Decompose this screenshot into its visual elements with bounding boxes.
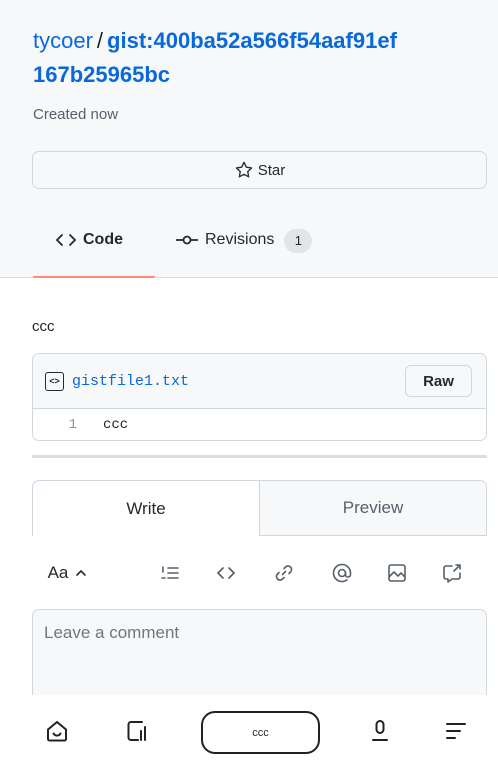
comment-tabs: Write Preview (32, 480, 487, 536)
code-icon (55, 234, 77, 246)
created-timestamp: Created now (33, 106, 119, 123)
tabs-button[interactable] (117, 711, 157, 751)
line-number[interactable]: 1 (33, 417, 91, 433)
tabs-icon (127, 721, 146, 741)
tab-revisions[interactable]: Revisions 1 (175, 222, 313, 278)
code-format-button[interactable] (206, 553, 246, 593)
mention-icon (332, 563, 352, 583)
revisions-count-badge: 1 (284, 229, 313, 253)
reference-button[interactable] (432, 553, 472, 593)
list-button[interactable] (150, 553, 190, 593)
chevron-up-icon (76, 569, 87, 576)
file-header: <> gistfile1.txt Raw (33, 354, 486, 409)
raw-button[interactable]: Raw (405, 365, 472, 397)
address-bar-pill[interactable]: ccc (201, 711, 320, 754)
voice-button[interactable] (360, 711, 400, 751)
bottom-navigation-bar: ccc (0, 695, 498, 765)
home-button[interactable] (37, 711, 77, 751)
file-name-link[interactable]: gistfile1.txt (72, 373, 189, 390)
tab-code-label: Code (83, 231, 123, 248)
menu-button[interactable] (436, 711, 476, 751)
section-divider (32, 455, 487, 458)
link-icon (275, 565, 293, 581)
code-line: 1 ccc (33, 409, 486, 440)
gist-description: ccc (32, 318, 55, 335)
comment-placeholder: Leave a comment (44, 623, 180, 642)
microphone-icon (372, 720, 388, 741)
file-container: <> gistfile1.txt Raw 1 ccc (32, 353, 487, 441)
image-icon (388, 564, 406, 582)
tab-code[interactable]: Code (33, 222, 155, 278)
tab-write[interactable]: Write (33, 481, 260, 536)
gist-tabs: Code Revisions 1 (33, 222, 313, 278)
text-format-button[interactable]: Aa (38, 553, 98, 593)
menu-icon (446, 723, 466, 739)
star-button[interactable]: Star (32, 151, 487, 189)
code-icon (216, 567, 236, 579)
text-format-label: Aa (47, 563, 69, 582)
tab-preview[interactable]: Preview (260, 481, 486, 536)
home-icon (47, 721, 67, 742)
tab-revisions-label: Revisions (205, 231, 275, 248)
cross-reference-icon (443, 564, 461, 583)
gist-header: tycoer / gist:400ba52a566f54aaf91ef 167b259… (0, 0, 498, 278)
title-separator: / (96, 28, 104, 53)
star-icon (235, 161, 252, 178)
link-button[interactable] (264, 553, 304, 593)
markdown-toolbar: Aa (32, 553, 487, 593)
page-title: tycoer / gist:400ba52a566f54aaf91ef 167b259… (33, 24, 473, 92)
file-code-icon: <> (45, 371, 64, 391)
image-button[interactable] (377, 553, 417, 593)
star-label: Star (257, 161, 286, 179)
mention-button[interactable] (322, 553, 362, 593)
line-code: ccc (103, 417, 129, 433)
commit-icon (176, 235, 198, 245)
numbered-list-icon (161, 566, 179, 579)
owner-link[interactable]: tycoer (33, 28, 93, 53)
